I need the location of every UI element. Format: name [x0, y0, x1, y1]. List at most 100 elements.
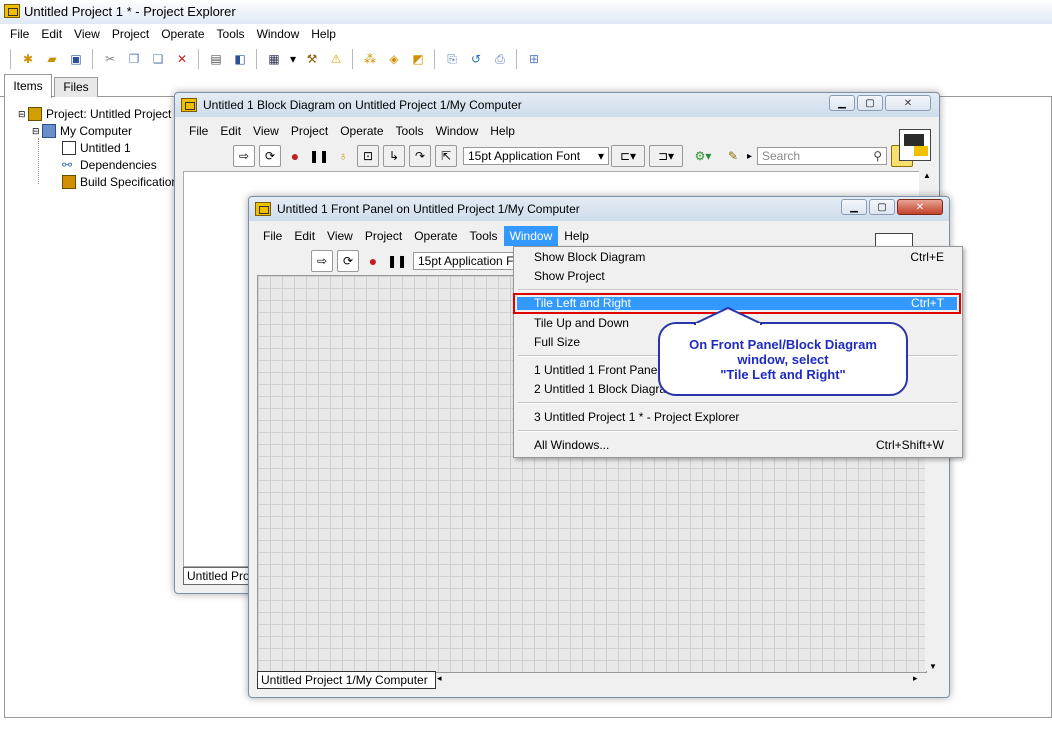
search-toggle-icon[interactable]: ▸ [747, 151, 752, 162]
menu-project[interactable]: Project [285, 121, 334, 141]
vi-connector-icon[interactable] [899, 129, 931, 161]
menu-window[interactable]: Window [430, 121, 485, 141]
cut-icon[interactable]: ✂ [100, 49, 120, 69]
run-arrow-icon[interactable]: ⇨ [233, 145, 255, 167]
minimize-button[interactable]: ▁ [841, 199, 867, 215]
tree-item-my-computer[interactable]: ⊟ My Computer [32, 123, 132, 139]
run-continuously-icon[interactable]: ⟳ [259, 145, 281, 167]
properties-icon[interactable]: ▤ [206, 49, 226, 69]
search-icon[interactable]: ⚲ [873, 149, 882, 163]
menu-help[interactable]: Help [305, 24, 342, 44]
collapse-icon[interactable]: ⊟ [32, 126, 42, 137]
pause-icon[interactable]: ❚❚ [387, 251, 407, 271]
tab-items[interactable]: Items [4, 74, 52, 98]
step-into-icon[interactable]: ↳ [383, 145, 405, 167]
callout-pointer [693, 306, 763, 326]
menu-item-project-explorer[interactable]: 3 Untitled Project 1 * - Project Explore… [534, 408, 944, 427]
menu-edit[interactable]: Edit [35, 24, 68, 44]
menu-view[interactable]: View [321, 226, 359, 246]
expand-icon[interactable]: ⁂ [360, 49, 380, 69]
maximize-button[interactable]: ▢ [857, 95, 883, 111]
build-icon[interactable]: ◧ [230, 49, 250, 69]
deploy-icon[interactable]: ◩ [408, 49, 428, 69]
menu-help[interactable]: Help [558, 226, 595, 246]
scroll-up-arrow-icon[interactable]: ▲ [919, 171, 935, 180]
highlight-execution-icon[interactable]: ♁ [333, 146, 353, 166]
reorder-icon[interactable]: ⚙▾ [687, 146, 719, 166]
menu-tools[interactable]: Tools [464, 226, 504, 246]
save-all-icon[interactable]: ▣ [66, 49, 86, 69]
maximize-button[interactable]: ▢ [869, 199, 895, 215]
step-over-icon[interactable]: ↷ [409, 145, 431, 167]
abort-icon[interactable]: ● [285, 146, 305, 166]
menu-operate[interactable]: Operate [155, 24, 210, 44]
align-objects-icon[interactable]: ⊏▾ [611, 145, 645, 167]
run-continuously-icon[interactable]: ⟳ [337, 250, 359, 272]
paste-icon[interactable]: ❏ [148, 49, 168, 69]
menu-help[interactable]: Help [484, 121, 521, 141]
new-document-icon[interactable]: ⊞ [524, 49, 544, 69]
menu-project[interactable]: Project [359, 226, 408, 246]
add-file-icon[interactable]: ⎘ [442, 49, 462, 69]
scroll-left-arrow-icon[interactable]: ◂ [437, 673, 442, 684]
tree-item-build-specs[interactable]: Build Specifications [62, 174, 184, 190]
project-toolbar: ✱ ▰ ▣ ✂ ❐ ❏ ✕ ▤ ◧ ▦ ▾ ⚒ ⚠ ⁂ ◈ ◩ ⎘ ↺ ⎙ ⊞ [6, 46, 546, 72]
new-icon[interactable]: ✱ [18, 49, 38, 69]
retain-wire-values-icon[interactable]: ⊡ [357, 145, 379, 167]
menu-view[interactable]: View [68, 24, 106, 44]
window-title: Untitled 1 Front Panel on Untitled Proje… [277, 202, 580, 216]
scroll-right-arrow-icon[interactable]: ▸ [913, 673, 918, 684]
package-icon[interactable]: ◈ [384, 49, 404, 69]
menu-tools[interactable]: Tools [211, 24, 251, 44]
callout-line-2: window, select [737, 351, 829, 367]
pause-icon[interactable]: ❚❚ [309, 146, 329, 166]
warning-icon[interactable]: ⚠ [326, 49, 346, 69]
font-selector[interactable]: 15pt Application Fo [413, 252, 523, 270]
step-out-icon[interactable]: ⇱ [435, 145, 457, 167]
menu-operate[interactable]: Operate [408, 226, 463, 246]
menu-item-label: 3 Untitled Project 1 * - Project Explore… [534, 410, 740, 424]
front-panel-menubar: File Edit View Project Operate Tools Win… [257, 226, 595, 246]
minimize-button[interactable]: ▁ [829, 95, 855, 111]
menu-file[interactable]: File [183, 121, 214, 141]
collapse-icon[interactable]: ⊟ [18, 109, 28, 120]
menu-edit[interactable]: Edit [288, 226, 321, 246]
close-button[interactable]: ✕ [885, 95, 931, 111]
menu-file[interactable]: File [257, 226, 288, 246]
tree-label: Untitled 1 [80, 141, 131, 155]
menu-operate[interactable]: Operate [334, 121, 389, 141]
refresh-icon[interactable]: ↺ [466, 49, 486, 69]
run-arrow-icon[interactable]: ⇨ [311, 250, 333, 272]
menu-tools[interactable]: Tools [390, 121, 430, 141]
menu-window[interactable]: Window [251, 24, 306, 44]
tree-item-dependencies[interactable]: ⚯ Dependencies [62, 157, 157, 173]
delete-icon[interactable]: ✕ [172, 49, 192, 69]
clean-up-diagram-icon[interactable]: ✎ [723, 146, 743, 166]
copy-icon[interactable]: ❐ [124, 49, 144, 69]
font-selector[interactable]: 15pt Application Font ▾ [463, 147, 609, 165]
search-input[interactable]: Search ⚲ [757, 147, 887, 165]
tree-label: Project: Untitled Project 1 [46, 107, 182, 121]
menu-item-show-project[interactable]: Show Project [534, 267, 944, 286]
dropdown-arrow-icon[interactable]: ▾ [288, 49, 298, 69]
block-diagram-toolbar: ⇨ ⟳ ● ❚❚ ♁ ⊡ ↳ ↷ ⇱ 15pt Application Font… [231, 145, 915, 167]
menu-edit[interactable]: Edit [214, 121, 247, 141]
scroll-down-arrow-icon[interactable]: ▼ [925, 662, 941, 671]
tab-files[interactable]: Files [54, 77, 98, 97]
tools-icon[interactable]: ⚒ [302, 49, 322, 69]
menu-view[interactable]: View [247, 121, 285, 141]
menu-file[interactable]: File [4, 24, 35, 44]
menu-item-show-block-diagram[interactable]: Show Block Diagram Ctrl+E [534, 248, 944, 267]
distribute-objects-icon[interactable]: ⊐▾ [649, 145, 683, 167]
menu-item-all-windows[interactable]: All Windows... Ctrl+Shift+W [534, 436, 944, 455]
abort-icon[interactable]: ● [363, 251, 383, 271]
window-title: Untitled Project 1 * - Project Explorer [24, 4, 236, 19]
tree-item-project[interactable]: ⊟ Project: Untitled Project 1 [18, 106, 181, 122]
view-grid-icon[interactable]: ▦ [264, 49, 284, 69]
open-folder-icon[interactable]: ▰ [42, 49, 62, 69]
menu-project[interactable]: Project [106, 24, 155, 44]
close-button[interactable]: ✕ [897, 199, 943, 215]
search-doc-icon[interactable]: ⎙ [490, 49, 510, 69]
tree-item-untitled1[interactable]: Untitled 1 [62, 140, 131, 156]
menu-window[interactable]: Window [503, 226, 559, 246]
